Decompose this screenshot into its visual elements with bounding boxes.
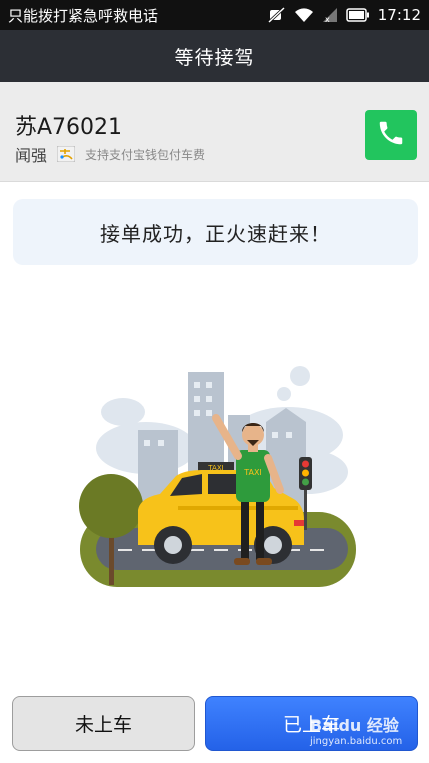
mute-icon <box>267 7 286 23</box>
battery-icon <box>346 8 370 22</box>
app-header: 等待接驾 <box>0 30 429 82</box>
status-icons: x 17:12 <box>267 6 421 24</box>
status-bar: 只能拨打紧急呼救电话 x 17:12 <box>0 0 429 30</box>
clock: 17:12 <box>377 6 421 24</box>
phone-icon <box>376 118 406 152</box>
wifi-icon <box>294 7 314 23</box>
not-boarded-button[interactable]: 未上车 <box>12 696 195 751</box>
notice-text: 接单成功，正火速赶来！ <box>100 221 331 246</box>
signal-icon: x <box>322 7 338 23</box>
boarded-label: 已上车 <box>282 714 340 736</box>
call-driver-button[interactable] <box>365 110 417 160</box>
svg-text:x: x <box>325 15 330 23</box>
shirt-text: TAXI <box>243 468 262 477</box>
page-title: 等待接驾 <box>174 46 255 69</box>
driver-row: 闻强 支持支付宝钱包付车费 <box>15 142 205 166</box>
status-notice: 接单成功，正火速赶来！ <box>13 199 418 265</box>
taxi-illustration: TAXI TAXI <box>78 360 358 590</box>
driver-name: 闻强 <box>15 146 48 165</box>
not-boarded-label: 未上车 <box>74 714 132 736</box>
alipay-icon <box>56 145 76 163</box>
carrier-text: 只能拨打紧急呼救电话 <box>8 6 159 25</box>
boarded-button[interactable]: 已上车 <box>205 696 418 751</box>
license-plate: 苏A76021 <box>15 115 123 140</box>
payment-note: 支持支付宝钱包付车费 <box>85 147 206 162</box>
